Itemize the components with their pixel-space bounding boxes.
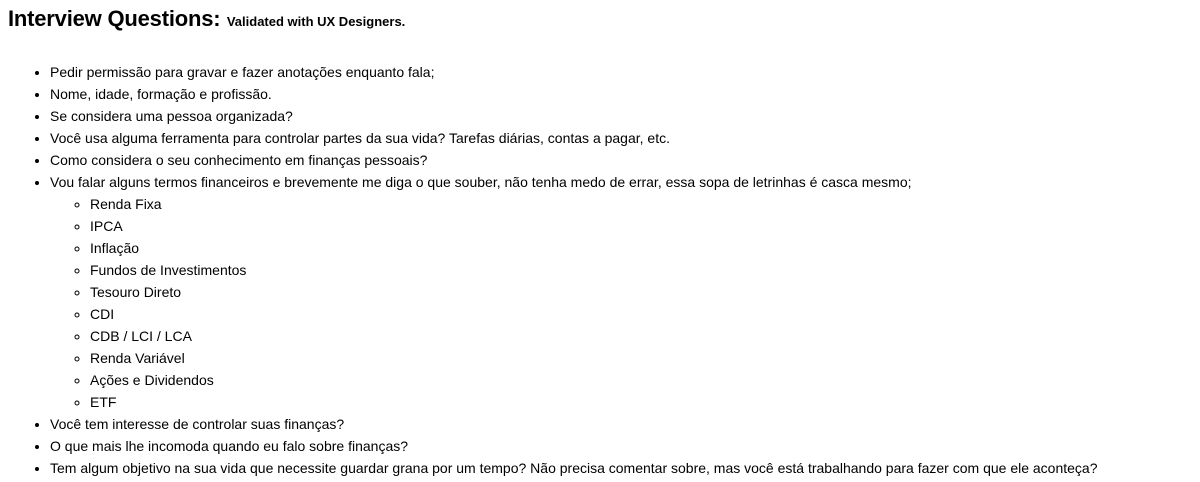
page-title: Interview Questions: xyxy=(8,6,221,31)
term-item: CDI xyxy=(90,303,1098,325)
question-item: Você tem interesse de controlar suas fin… xyxy=(50,413,1098,435)
question-item: O que mais lhe incomoda quando eu falo s… xyxy=(50,435,1098,457)
question-item: Tem algum objetivo na sua vida que neces… xyxy=(50,457,1098,479)
page-subtitle: Validated with UX Designers. xyxy=(226,14,406,29)
question-list: Pedir permissão para gravar e fazer anot… xyxy=(0,61,1098,479)
term-item: Inflação xyxy=(90,237,1098,259)
term-item: Renda Variável xyxy=(90,347,1098,369)
term-item: Fundos de Investimentos xyxy=(90,259,1098,281)
term-item: ETF xyxy=(90,391,1098,413)
term-item: Tesouro Direto xyxy=(90,281,1098,303)
page-header: Interview Questions: Validated with UX D… xyxy=(8,6,405,32)
question-item: Pedir permissão para gravar e fazer anot… xyxy=(50,61,1098,83)
term-item: Renda Fixa xyxy=(90,193,1098,215)
question-text: Vou falar alguns termos financeiros e br… xyxy=(50,174,912,190)
term-item: IPCA xyxy=(90,215,1098,237)
terms-list: Renda Fixa IPCA Inflação Fundos de Inves… xyxy=(50,193,1098,413)
question-item: Como considera o seu conhecimento em fin… xyxy=(50,149,1098,171)
term-item: CDB / LCI / LCA xyxy=(90,325,1098,347)
term-item: Ações e Dividendos xyxy=(90,369,1098,391)
question-item-terms: Vou falar alguns termos financeiros e br… xyxy=(50,171,1098,413)
question-item: Nome, idade, formação e profissão. xyxy=(50,83,1098,105)
question-item: Você usa alguma ferramenta para controla… xyxy=(50,127,1098,149)
question-item: Se considera uma pessoa organizada? xyxy=(50,105,1098,127)
